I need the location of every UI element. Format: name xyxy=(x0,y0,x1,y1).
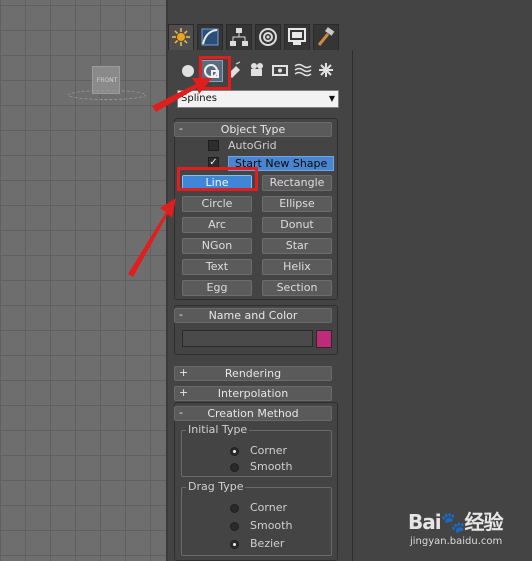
arrow-to-line-button xyxy=(128,198,176,277)
watermark-url: jingyan.baidu.com xyxy=(410,536,503,547)
baidu-logo: Bai🐾经验 xyxy=(408,506,504,535)
paw-icon: 🐾 xyxy=(440,510,466,534)
brand-suffix: 经验 xyxy=(464,510,504,534)
brand-text: Bai xyxy=(408,510,442,534)
annotation-arrows xyxy=(128,78,212,277)
arrow-to-shapes-icon xyxy=(152,78,212,112)
baidu-watermark: Bai🐾经验 jingyan.baidu.com xyxy=(406,506,530,558)
